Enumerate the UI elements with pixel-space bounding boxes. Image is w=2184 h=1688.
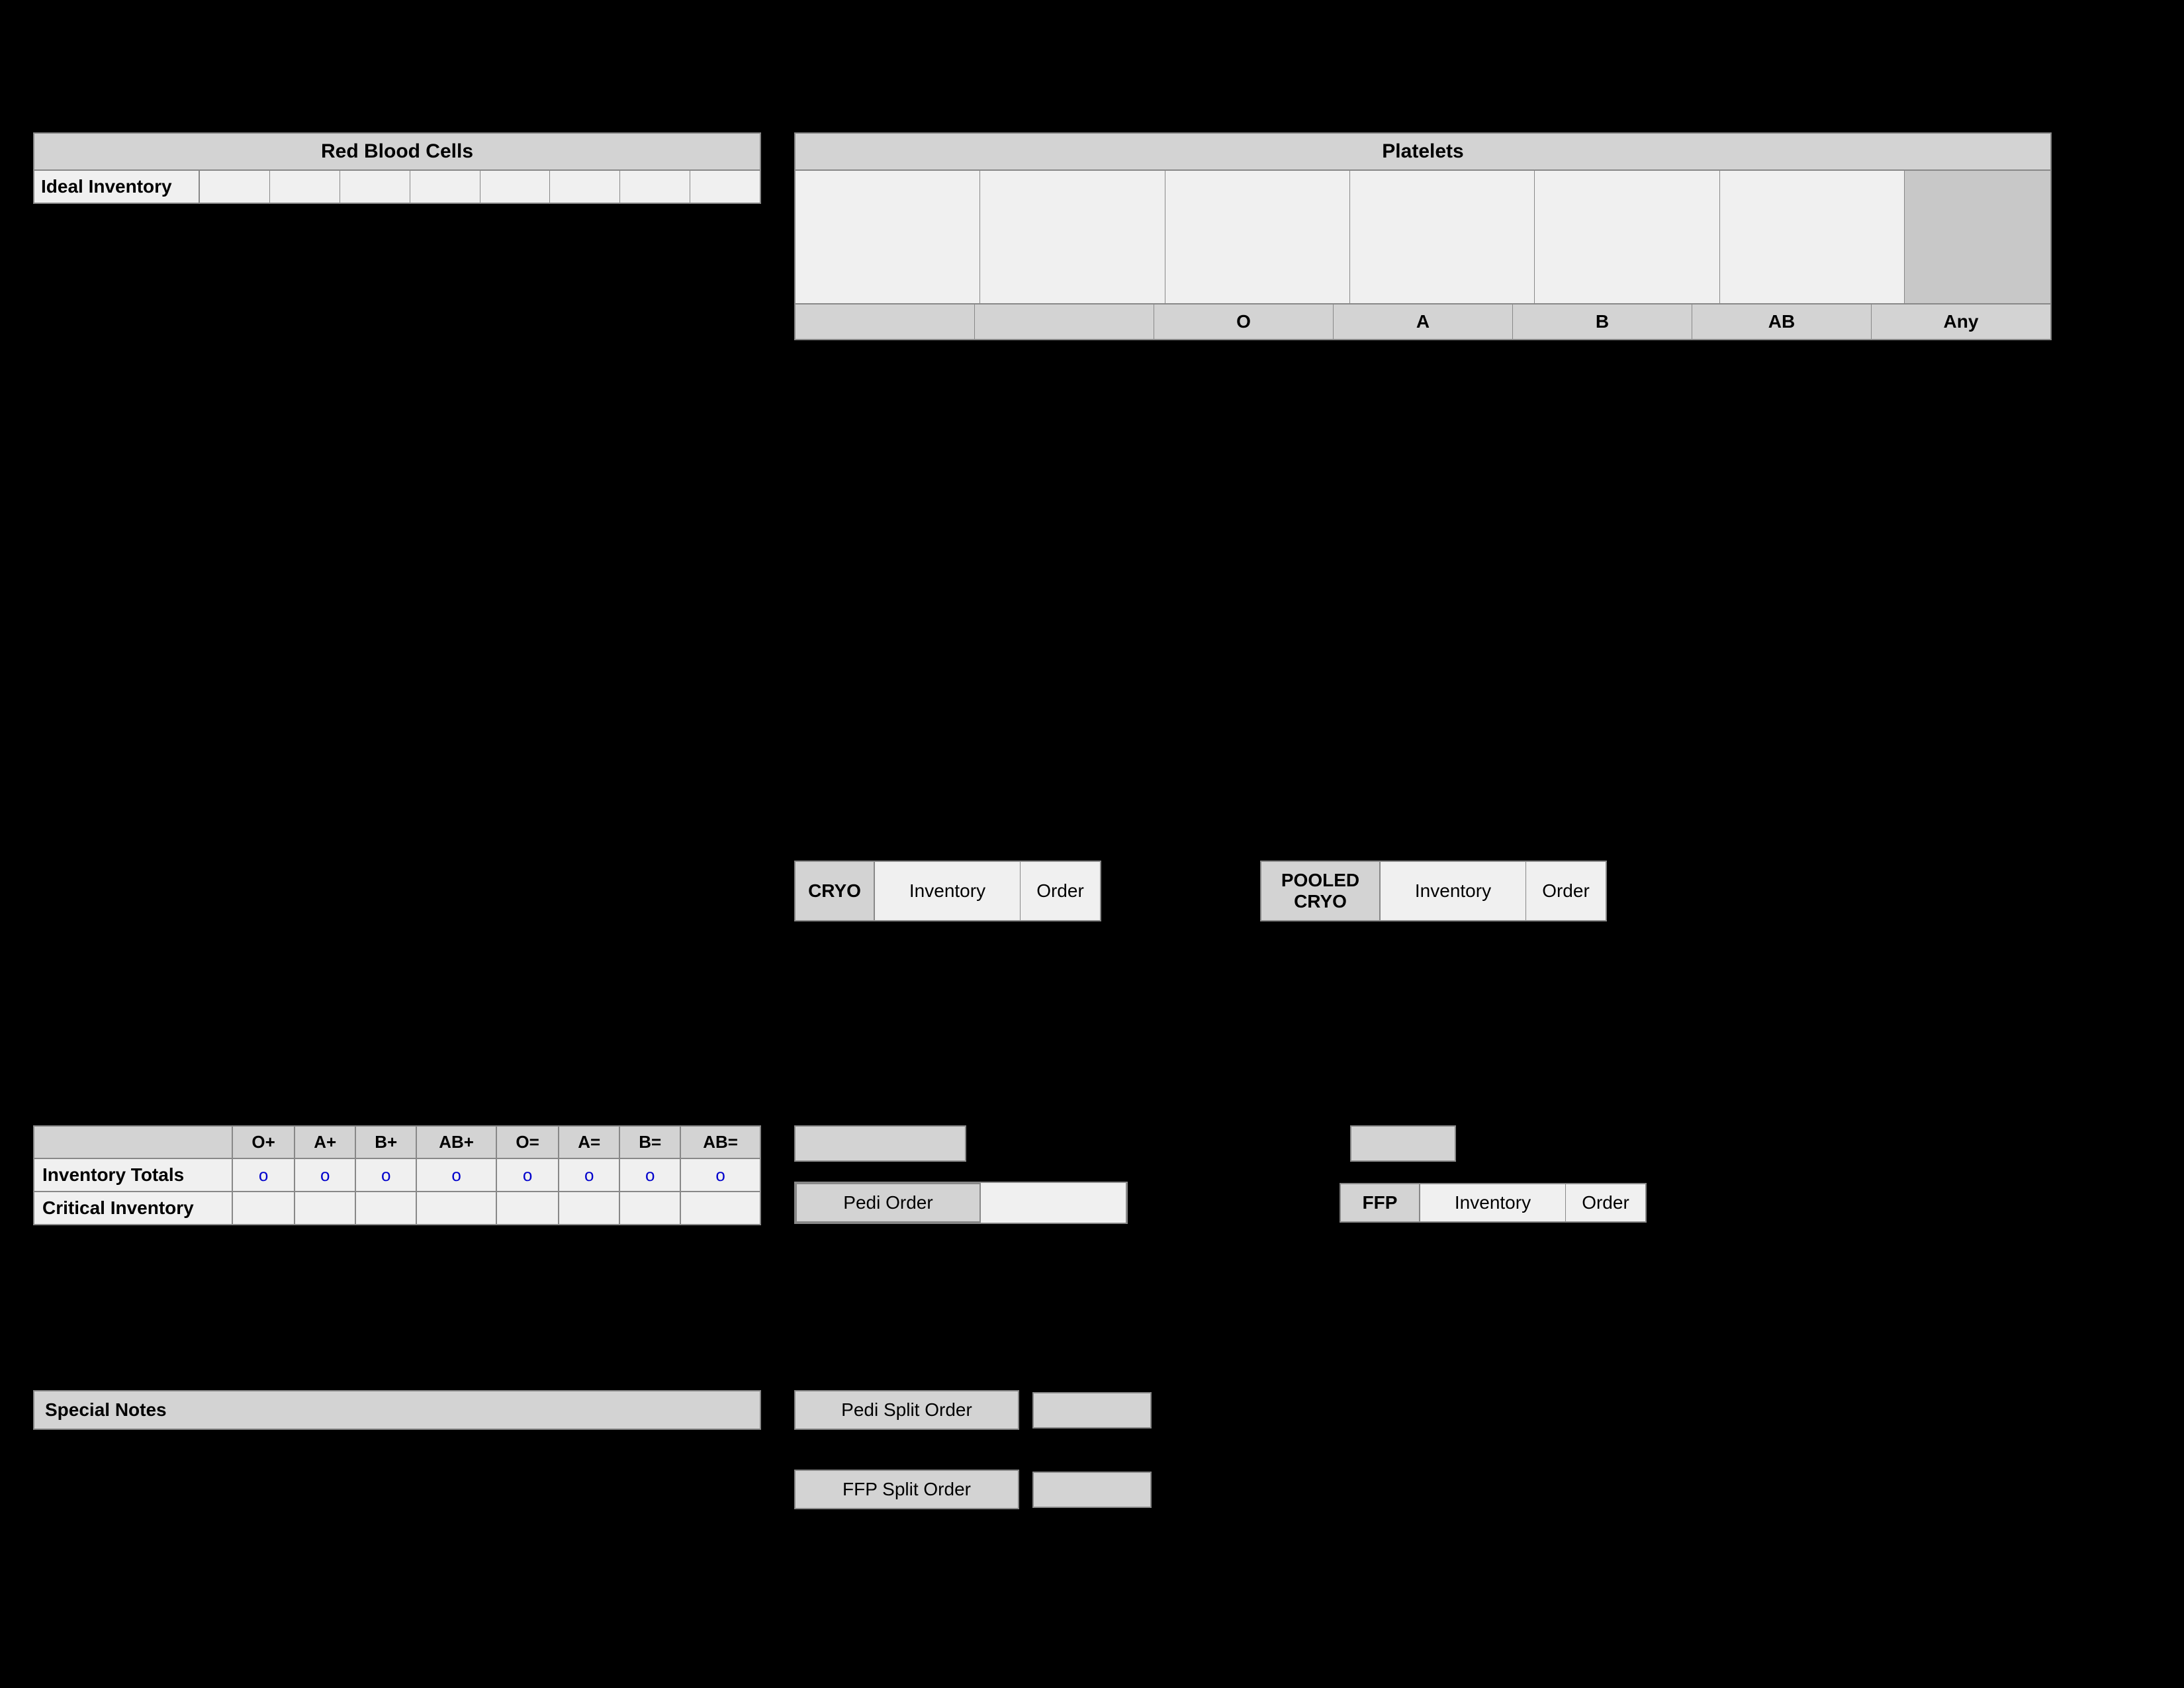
pedi-standalone-input[interactable] (794, 1125, 966, 1162)
critical-aplus[interactable] (295, 1192, 355, 1225)
rbc-ideal-row: Ideal Inventory (33, 171, 761, 204)
cryo-order[interactable]: Order (1021, 862, 1100, 920)
platelets-bottom-empty-2 (975, 305, 1154, 339)
platelets-cell-2[interactable] (980, 171, 1165, 303)
pedi-ffp-section: Pedi Order FFP Inventory Order (794, 1125, 1647, 1224)
rbc-cell-4[interactable] (410, 171, 480, 203)
inv-totals-header-row: O+ A+ B+ AB+ O= A= B= AB= (34, 1126, 760, 1158)
platelets-bottom-b: B (1513, 305, 1692, 339)
platelets-bottom-row: O A B AB Any (794, 305, 2052, 340)
inv-totals-label: Inventory Totals (34, 1158, 232, 1192)
inv-col-abminus: AB= (680, 1126, 760, 1158)
platelets-cell-gray (1905, 171, 2050, 303)
rbc-cell-7[interactable] (620, 171, 690, 203)
pedi-standalone-row (794, 1125, 1647, 1162)
inv-col-ominus: O= (496, 1126, 559, 1158)
inv-totals-oplus[interactable]: o (232, 1158, 295, 1192)
platelets-bottom-empty-1 (796, 305, 975, 339)
critical-bplus[interactable] (355, 1192, 416, 1225)
inv-col-oplus: O+ (232, 1126, 295, 1158)
inv-totals-ominus[interactable]: o (496, 1158, 559, 1192)
platelets-top-row (794, 171, 2052, 305)
inv-col-aminus: A= (559, 1126, 619, 1158)
critical-abplus[interactable] (416, 1192, 496, 1225)
special-notes-section: Special Notes (33, 1390, 761, 1430)
inv-totals-aplus[interactable]: o (295, 1158, 355, 1192)
cryo-box: CRYO Inventory Order (794, 861, 1101, 921)
ffp-inventory[interactable]: Inventory (1420, 1184, 1566, 1221)
pedi-split-input[interactable] (1032, 1392, 1152, 1429)
rbc-cell-3[interactable] (340, 171, 410, 203)
rbc-header: Red Blood Cells (33, 132, 761, 171)
split-orders-section: Pedi Split Order FFP Split Order (794, 1390, 1152, 1509)
inv-col-abplus: AB+ (416, 1126, 496, 1158)
critical-ominus[interactable] (496, 1192, 559, 1225)
critical-abminus[interactable] (680, 1192, 760, 1225)
platelets-cell-1[interactable] (796, 171, 980, 303)
rbc-cell-5[interactable] (480, 171, 551, 203)
inv-col-bplus: B+ (355, 1126, 416, 1158)
critical-inv-row: Critical Inventory (34, 1192, 760, 1225)
pooled-cryo-box: POOLED CRYO Inventory Order (1260, 861, 1607, 921)
inv-totals-panel: O+ A+ B+ AB+ O= A= B= AB= Inventory Tota… (33, 1125, 761, 1225)
pedi-split-row: Pedi Split Order (794, 1390, 1152, 1430)
pedi-split-label: Pedi Split Order (794, 1390, 1019, 1430)
platelets-bottom-any: Any (1872, 305, 2050, 339)
ffp-box: FFP Inventory Order (1340, 1183, 1647, 1223)
ffp-split-label: FFP Split Order (794, 1470, 1019, 1509)
platelets-bottom-o: O (1154, 305, 1334, 339)
cryo-section: CRYO Inventory Order POOLED CRYO Invento… (794, 861, 1607, 921)
platelets-panel: Platelets O A B AB Any (794, 132, 2052, 340)
main-page: Red Blood Cells Ideal Inventory Platelet… (0, 0, 2184, 1688)
ffp-label: FFP (1341, 1184, 1420, 1221)
ffp-split-input[interactable] (1032, 1472, 1152, 1508)
ffp-order[interactable]: Order (1566, 1184, 1645, 1221)
platelets-bottom-ab: AB (1692, 305, 1872, 339)
rbc-cell-2[interactable] (270, 171, 340, 203)
critical-aminus[interactable] (559, 1192, 619, 1225)
inv-totals-table: O+ A+ B+ AB+ O= A= B= AB= Inventory Tota… (33, 1125, 761, 1225)
rbc-ideal-label: Ideal Inventory (34, 171, 200, 203)
rbc-cell-8[interactable] (690, 171, 760, 203)
inv-totals-row: Inventory Totals o o o o o o o o (34, 1158, 760, 1192)
platelets-cell-5[interactable] (1535, 171, 1719, 303)
pooled-cryo-inventory[interactable]: Inventory (1381, 862, 1526, 920)
platelets-cell-4[interactable] (1350, 171, 1535, 303)
pedi-order-box: Pedi Order (794, 1182, 1128, 1224)
special-notes-bar: Special Notes (33, 1390, 761, 1430)
critical-oplus[interactable] (232, 1192, 295, 1225)
critical-inv-label: Critical Inventory (34, 1192, 232, 1225)
inv-totals-bplus[interactable]: o (355, 1158, 416, 1192)
platelets-cell-3[interactable] (1165, 171, 1350, 303)
inv-totals-aminus[interactable]: o (559, 1158, 619, 1192)
inv-col-label (34, 1126, 232, 1158)
rbc-cell-1[interactable] (200, 171, 270, 203)
ffp-split-row: FFP Split Order (794, 1470, 1152, 1509)
pooled-cryo-label: POOLED CRYO (1261, 862, 1381, 920)
ffp-standalone-input[interactable] (1350, 1125, 1456, 1162)
inv-totals-bminus[interactable]: o (619, 1158, 680, 1192)
inv-totals-abplus[interactable]: o (416, 1158, 496, 1192)
inv-col-aplus: A+ (295, 1126, 355, 1158)
rbc-cell-6[interactable] (550, 171, 620, 203)
inv-totals-abminus[interactable]: o (680, 1158, 760, 1192)
pedi-order-label: Pedi Order (796, 1183, 981, 1223)
critical-bminus[interactable] (619, 1192, 680, 1225)
platelets-header: Platelets (794, 132, 2052, 171)
inv-col-bminus: B= (619, 1126, 680, 1158)
pedi-order-inventory[interactable] (981, 1183, 1126, 1223)
platelets-cell-6[interactable] (1720, 171, 1905, 303)
cryo-inventory[interactable]: Inventory (875, 862, 1021, 920)
pooled-cryo-order[interactable]: Order (1526, 862, 1606, 920)
pedi-ffp-boxes-row: Pedi Order FFP Inventory Order (794, 1182, 1647, 1224)
cryo-label: CRYO (796, 862, 875, 920)
rbc-panel: Red Blood Cells Ideal Inventory (33, 132, 761, 204)
platelets-bottom-a: A (1334, 305, 1513, 339)
